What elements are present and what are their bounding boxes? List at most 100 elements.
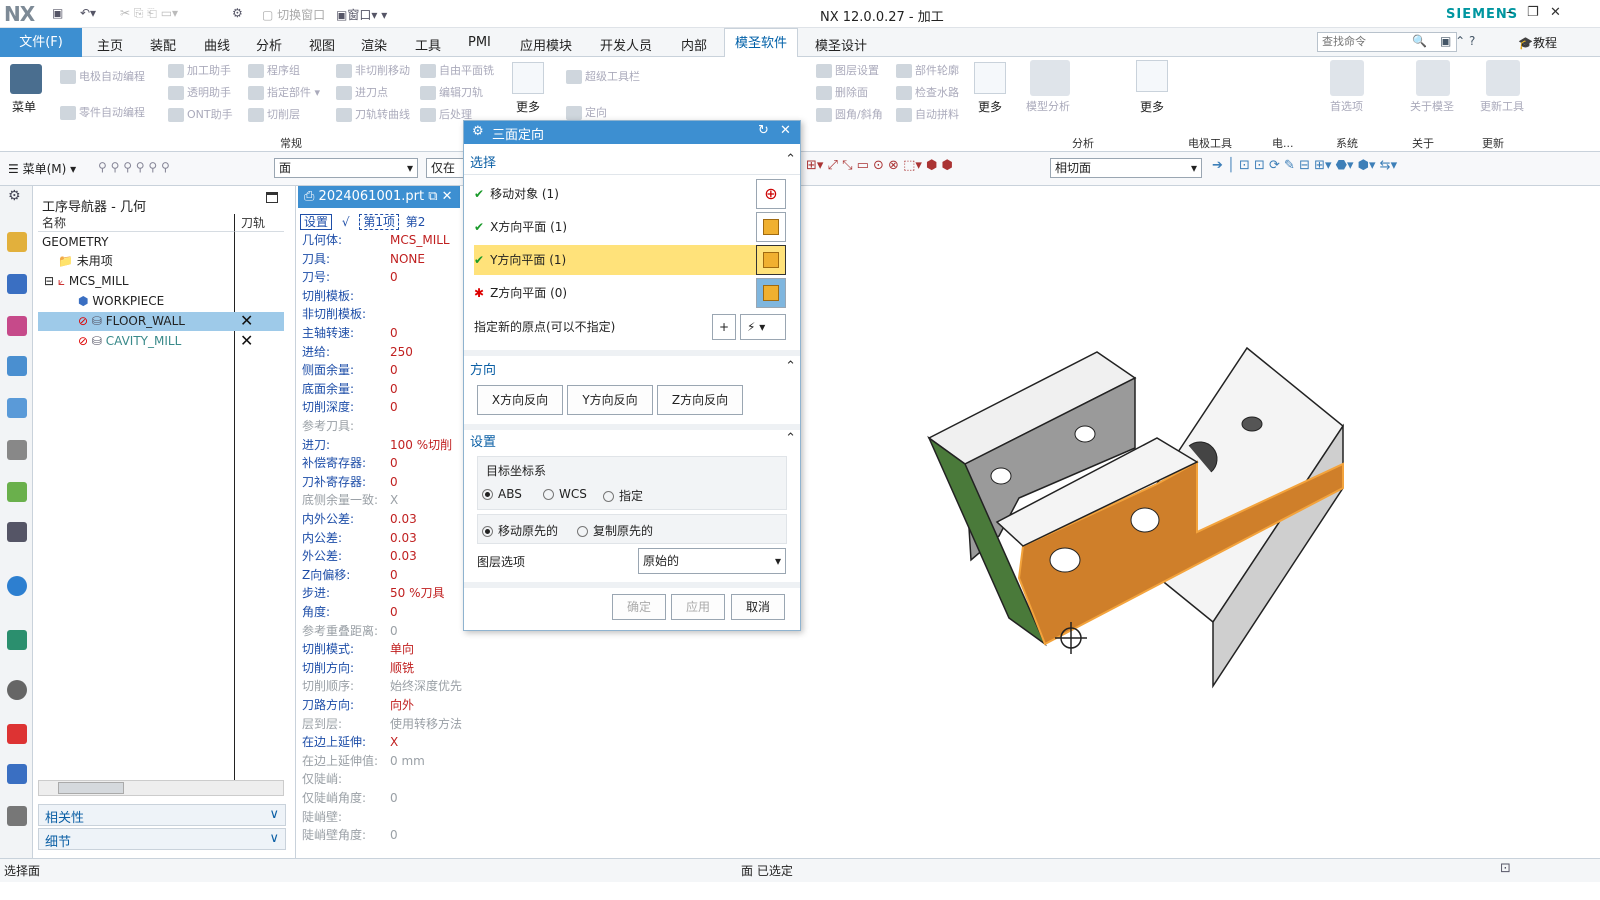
section-settings-header[interactable]: 设置 ⌃ <box>470 431 796 450</box>
more-icon[interactable] <box>512 62 544 94</box>
ribbon-btn-program-group[interactable]: 程序组 <box>248 62 300 78</box>
point-dialog-icon[interactable]: + <box>712 314 736 340</box>
tree-row-unused[interactable]: 📁 未用项 <box>58 252 113 271</box>
property-row[interactable]: 内公差: 0.03 <box>302 529 417 547</box>
property-row[interactable]: 侧面余量: 0 <box>302 361 398 379</box>
property-row[interactable]: 切削方向: 顺铣 <box>302 659 414 677</box>
dependencies-panel[interactable]: 相关性 ∨ <box>38 804 286 826</box>
selection-icons[interactable]: ⚲ ⚲ ⚲ ⚲ ⚲ ⚲ <box>98 160 170 174</box>
details-panel[interactable]: 细节 ∨ <box>38 828 286 850</box>
radio-abs[interactable]: ABS <box>482 487 522 501</box>
property-row[interactable]: 底侧余量一致: X <box>302 491 398 509</box>
props-tab-item2[interactable]: 第2 <box>403 215 429 229</box>
face-selector-active-icon[interactable] <box>756 245 786 275</box>
ribbon-btn-machining-helper[interactable]: 加工助手 <box>168 62 231 78</box>
property-row[interactable]: 参考重叠距离: 0 <box>302 622 398 640</box>
menu-icon[interactable] <box>10 64 42 94</box>
ribbon-btn-auto-stock[interactable]: 自动拼料 <box>896 106 959 122</box>
ribbon-btn-toolpath-to-curve[interactable]: 刀轨转曲线 <box>336 106 410 122</box>
ribbon-btn-entry-point[interactable]: 进刀点 <box>336 84 388 100</box>
ribbon-btn-orient[interactable]: 定向 <box>566 104 607 120</box>
part-navigator-icon[interactable] <box>7 316 27 336</box>
ribbon-more-button[interactable]: 更多 <box>516 98 540 115</box>
tab-assembly[interactable]: 装配 <box>150 35 176 54</box>
tab-curve[interactable]: 曲线 <box>204 35 230 54</box>
reverse-z-button[interactable]: Z方向反向 <box>657 385 743 415</box>
roles-icon[interactable] <box>7 764 27 784</box>
tab-applications[interactable]: 应用模块 <box>520 35 572 54</box>
section-select-header[interactable]: 选择 ⌃ <box>470 152 796 171</box>
tree-row-floor-wall[interactable]: ⊘ ⛁ FLOOR_WALL <box>78 312 185 331</box>
command-search-input[interactable] <box>1317 32 1457 52</box>
ribbon-btn-part-auto[interactable]: 零件自动编程 <box>60 104 145 120</box>
ok-button[interactable]: 确定 <box>612 594 666 620</box>
property-row[interactable]: 仅陡峭角度: 0 <box>302 789 398 807</box>
constraint-navigator-icon[interactable] <box>7 274 27 294</box>
tab-home[interactable]: 主页 <box>97 35 123 54</box>
more3-icon[interactable] <box>1136 60 1168 92</box>
property-row[interactable]: 刀补寄存器: 0 <box>302 473 398 491</box>
property-row[interactable]: 底面余量: 0 <box>302 380 398 398</box>
radio-wcs[interactable]: WCS <box>543 487 587 501</box>
column-name-header[interactable]: 名称 <box>38 214 234 232</box>
ribbon-btn-ont-helper[interactable]: ONT助手 <box>168 106 233 122</box>
settings-gear-icon[interactable]: ⚙ <box>8 188 21 204</box>
cut-icon[interactable]: ✂ ⎘ ⎗ ▭▾ <box>120 6 178 21</box>
section-direction-header[interactable]: 方向 ⌃ <box>470 359 796 378</box>
model-analysis-icon[interactable] <box>1030 60 1070 96</box>
ribbon-btn-check-waterline[interactable]: 检查水路 <box>896 84 959 100</box>
reuse-library-icon[interactable] <box>7 440 27 460</box>
tree-row-geometry[interactable]: GEOMETRY <box>42 233 109 252</box>
palette-icon[interactable] <box>7 724 27 744</box>
layer-option-select[interactable]: 原始的 ▾ <box>638 548 786 574</box>
undo-icon[interactable]: ↶▾ <box>80 6 96 20</box>
ribbon-btn-about[interactable]: 关于模圣 <box>1410 98 1454 114</box>
select-x-plane-row[interactable]: ✔ X方向平面 (1) <box>474 212 786 242</box>
radio-copy-original[interactable]: 复制原先的 <box>577 522 653 539</box>
close-button[interactable]: ✕ <box>1550 5 1561 20</box>
system-icon[interactable] <box>7 806 27 826</box>
props-tab-item1[interactable]: 第1项 <box>359 214 399 230</box>
point-inference-dropdown[interactable]: ⚡ ▾ <box>740 314 786 340</box>
face-selector-icon[interactable] <box>756 212 786 242</box>
file-menu[interactable]: 文件(F) <box>0 28 82 57</box>
document-tab[interactable]: ⎙ 2024061001.prt ⧉ ✕ <box>298 186 460 208</box>
search-icon[interactable]: 🔍 <box>1412 34 1427 48</box>
ribbon-btn-super-toolbar[interactable]: 超级工具栏 <box>566 68 640 84</box>
property-row[interactable]: Z向偏移: 0 <box>302 566 398 584</box>
ribbon-btn-specify-part[interactable]: 指定部件 ▾ <box>248 84 320 100</box>
property-row[interactable]: 角度: 0 <box>302 603 398 621</box>
ribbon-btn-fillet-chamfer[interactable]: 圆角/斜角 <box>816 106 883 122</box>
radio-copy-control[interactable] <box>577 526 588 537</box>
graphics-viewport[interactable] <box>801 206 1568 860</box>
history-clock-icon[interactable] <box>7 680 27 700</box>
machine-tool-icon[interactable] <box>7 398 27 418</box>
column-toolpath-header[interactable]: 刀轨 <box>234 214 284 232</box>
snap-icons[interactable]: ⊞▾ ⤢ ⤡ ▭ ⊙ ⊗ ⬚▾ ⬢ ⬢ <box>806 158 953 173</box>
select-y-plane-row[interactable]: ✔ Y方向平面 (1) <box>474 245 786 275</box>
tab-moshen-software[interactable]: 模圣软件 <box>724 28 799 57</box>
ribbon-btn-update[interactable]: 更新工具 <box>1480 98 1524 114</box>
tab-internal[interactable]: 内部 <box>681 35 707 54</box>
property-row[interactable]: 步进: 50 %刀具 <box>302 584 445 602</box>
property-row[interactable]: 陡峭壁: <box>302 808 342 826</box>
type-filter-select[interactable]: 面 ▾ <box>274 158 418 178</box>
ribbon-btn-free-face-mill[interactable]: 自由平面铣 <box>420 62 494 78</box>
tree-row-mcs-mill[interactable]: ⊟ ⟀ MCS_MILL <box>44 272 129 291</box>
menu-dropdown[interactable]: ☰ 菜单(M) ▾ <box>8 160 76 177</box>
tab-view[interactable]: 视图 <box>309 35 335 54</box>
tab-analysis[interactable]: 分析 <box>256 35 282 54</box>
reset-icon[interactable]: ↻ <box>758 123 769 138</box>
property-row[interactable]: 主轴转速: 0 <box>302 324 398 342</box>
property-row[interactable]: 在边上延伸值: 0 mm <box>302 752 425 770</box>
tutorial-link[interactable]: 🎓教程 <box>1518 34 1557 51</box>
property-row[interactable]: 内外公差: 0.03 <box>302 510 417 528</box>
property-row[interactable]: 陡峭壁角度: 0 <box>302 826 398 844</box>
update-icon[interactable] <box>1486 60 1520 96</box>
ribbon-btn-noncut-move[interactable]: 非切削移动 <box>336 62 410 78</box>
property-row[interactable]: 切削顺序: 始终深度优先 <box>302 677 462 695</box>
property-row[interactable]: 进刀: 100 %切削 <box>302 436 452 454</box>
apply-button[interactable]: 应用 <box>671 594 725 620</box>
info-icon[interactable] <box>7 576 27 596</box>
tab-pmi[interactable]: PMI <box>468 35 491 50</box>
